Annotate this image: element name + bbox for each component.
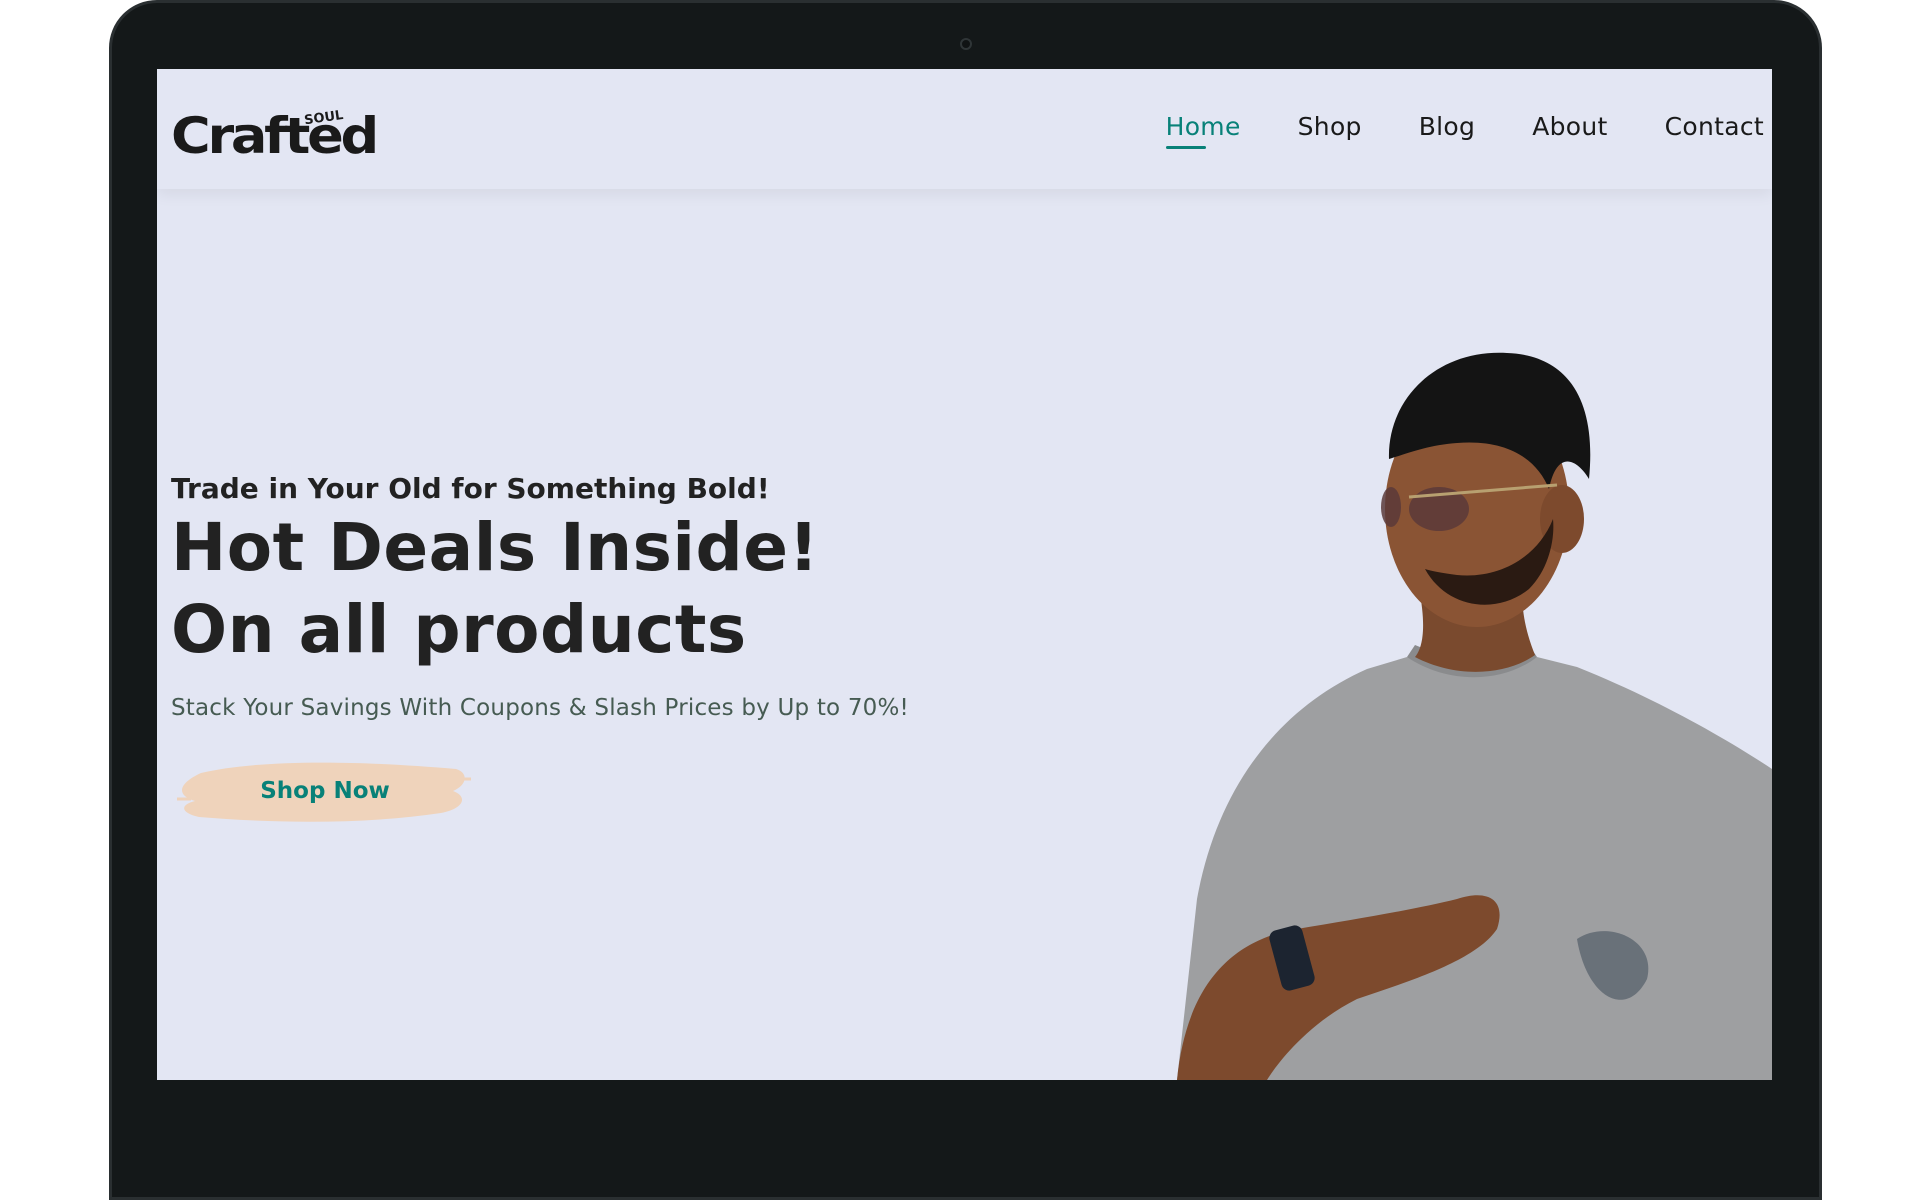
hero-section: Trade in Your Old for Something Bold! Ho… [171, 471, 1071, 827]
hero-title-line-2: On all products [171, 591, 747, 668]
main-nav: Home Shop Blog About Contact [1109, 111, 1764, 149]
hero-title-line-1: Hot Deals Inside! [171, 509, 820, 586]
webcam-icon [959, 38, 972, 50]
hero-subtitle: Stack Your Savings With Coupons & Slash … [171, 695, 909, 721]
nav-shop-link[interactable]: Shop [1298, 111, 1362, 143]
brand-logo[interactable]: SOUL Crafted [171, 95, 381, 163]
shop-now-button-label: Shop Now [260, 778, 390, 804]
site-header: SOUL Crafted Home Shop Blog About Contac… [157, 69, 1772, 189]
nav-blog-link[interactable]: Blog [1419, 111, 1475, 143]
nav-about-link[interactable]: About [1532, 111, 1607, 143]
hero-tagline: Trade in Your Old for Something Bold! [171, 472, 770, 505]
hero-model-image [1177, 352, 1772, 1080]
nav-home-link[interactable]: Home [1165, 111, 1241, 149]
logo-main-text: Crafted [171, 107, 376, 163]
shop-now-button[interactable]: Shop Now [171, 755, 471, 827]
nav-contact-link[interactable]: Contact [1665, 111, 1764, 143]
browser-viewport: SOUL Crafted Home Shop Blog About Contac… [157, 69, 1772, 1080]
